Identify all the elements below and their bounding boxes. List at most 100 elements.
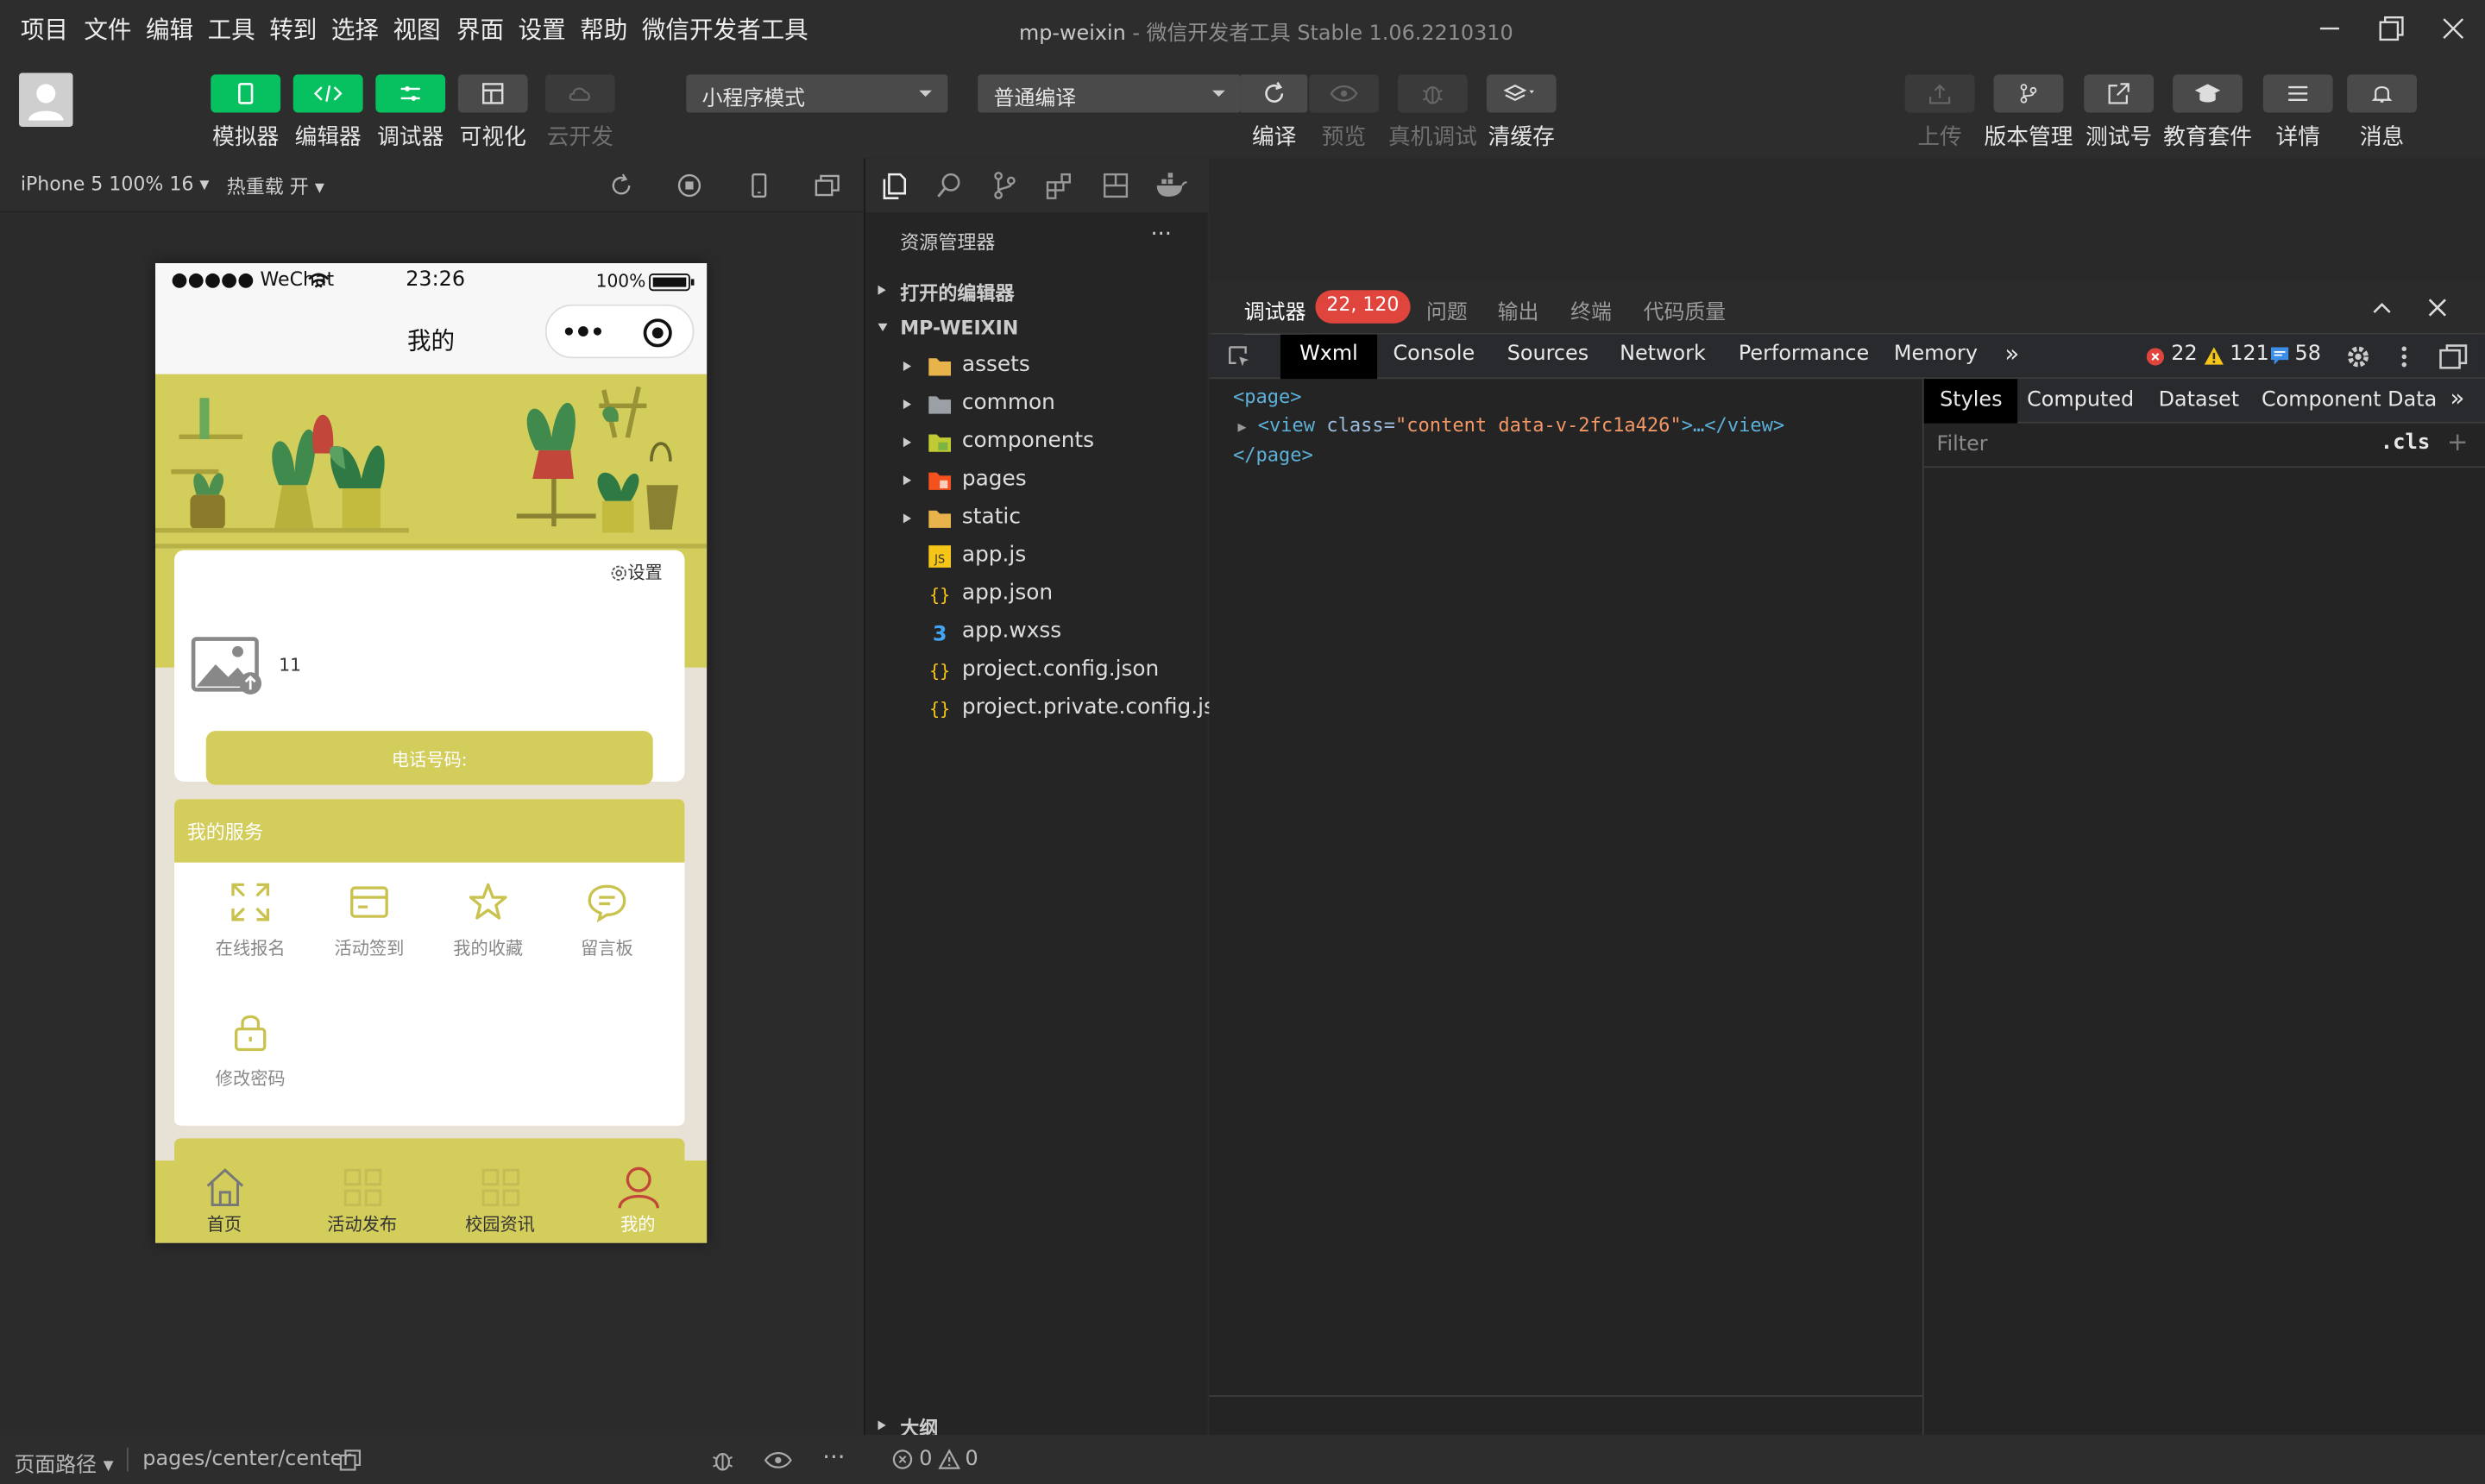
service-online-signup[interactable]: 在线报名	[190, 882, 311, 961]
tree-item-common[interactable]: common	[865, 386, 1210, 424]
add-rule-icon[interactable]: +	[2447, 426, 2469, 456]
maximize-button[interactable]	[2373, 9, 2411, 47]
footer-error-count[interactable]: 0	[919, 1448, 932, 1472]
tab-output[interactable]: 输出	[1498, 295, 1539, 325]
wxml-view-node[interactable]: ▶ <view class="content data-v-2fc1a426">…	[1237, 414, 1784, 437]
tree-item-project-private-config[interactable]: {} project.private.config.js...	[865, 689, 1236, 727]
files-icon[interactable]	[879, 171, 908, 199]
tree-item-assets[interactable]: assets	[865, 347, 1210, 385]
test-account-button[interactable]	[2084, 74, 2155, 113]
clear-cache-button[interactable]	[1486, 74, 1557, 113]
tree-item-app-wxss[interactable]: 3 app.wxss	[865, 613, 1210, 651]
tree-item-pages[interactable]: pages	[865, 462, 1210, 500]
more-tabs-icon[interactable]: »	[2450, 384, 2465, 412]
filter-input[interactable]: Filter	[1936, 433, 1987, 457]
cls-toggle[interactable]: .cls	[2381, 431, 2431, 456]
tree-item-app-json[interactable]: {} app.json	[865, 575, 1210, 613]
edu-button[interactable]	[2173, 74, 2243, 113]
tab-terminal[interactable]: 终端	[1570, 295, 1612, 325]
tree-item-static[interactable]: static	[865, 500, 1210, 538]
device-button[interactable]	[746, 173, 771, 198]
mode-select[interactable]: 小程序模式	[686, 74, 948, 113]
cloud-toggle[interactable]	[544, 74, 615, 113]
tree-item-app-js[interactable]: JS app.js	[865, 538, 1210, 575]
inspect-element-icon[interactable]	[1227, 344, 1252, 369]
menu-select[interactable]: 选择	[331, 13, 379, 47]
more-actions-icon[interactable]: ···	[1150, 222, 1172, 247]
tab-console[interactable]: Console	[1393, 343, 1475, 367]
close-window-button[interactable]	[2434, 9, 2472, 47]
visual-toggle[interactable]	[457, 74, 528, 113]
upload-button[interactable]	[1904, 74, 1975, 113]
footer-warning-count[interactable]: 0	[966, 1448, 978, 1472]
bug-icon[interactable]	[708, 1448, 737, 1473]
tab-sources[interactable]: Sources	[1507, 343, 1589, 367]
copy-icon[interactable]	[339, 1449, 362, 1472]
phone-number-button[interactable]: 电话号码:	[205, 731, 653, 785]
service-favorites[interactable]: 我的收藏	[428, 882, 549, 961]
search-icon[interactable]	[935, 171, 964, 199]
source-control-icon[interactable]	[991, 171, 1019, 199]
stop-button[interactable]	[676, 173, 701, 198]
warning-count[interactable]: 121	[2230, 343, 2269, 367]
gear-icon[interactable]	[2345, 344, 2370, 369]
wxml-page-close[interactable]: </page>	[1233, 444, 1313, 467]
close-icon[interactable]	[2428, 298, 2447, 317]
docker-icon[interactable]	[1155, 171, 1187, 199]
tab-debugger[interactable]: 调试器	[1243, 295, 1306, 338]
menu-wechat-devtools[interactable]: 微信开发者工具	[642, 13, 808, 47]
user-avatar[interactable]	[190, 636, 262, 700]
detach-button[interactable]	[815, 173, 840, 198]
service-change-password[interactable]: 修改密码	[190, 1011, 311, 1091]
preview-button[interactable]	[1309, 74, 1379, 113]
open-editors-section[interactable]: 打开的编辑器	[865, 271, 1210, 309]
tab-problems[interactable]: 问题	[1426, 295, 1468, 325]
tree-item-components[interactable]: components	[865, 424, 1210, 462]
tab-code-quality[interactable]: 代码质量	[1644, 295, 1727, 325]
compile-button[interactable]	[1241, 74, 1308, 113]
tab-mine[interactable]: 我的	[569, 1164, 707, 1237]
simulator-toggle[interactable]	[211, 74, 281, 113]
capsule-menu[interactable]	[544, 304, 695, 359]
collapse-panel-icon[interactable]	[2371, 299, 2394, 315]
info-count[interactable]: 58	[2295, 343, 2321, 367]
more-dots-icon[interactable]	[563, 324, 607, 339]
menu-tools[interactable]: 工具	[208, 13, 255, 47]
extensions-icon[interactable]	[1044, 171, 1073, 199]
minimize-button[interactable]	[2311, 9, 2349, 47]
tree-item-project-config[interactable]: {} project.config.json	[865, 651, 1210, 689]
error-count[interactable]: 22	[2171, 343, 2197, 367]
tab-dataset[interactable]: Dataset	[2159, 388, 2240, 412]
details-button[interactable]	[2262, 74, 2333, 113]
tab-performance[interactable]: Performance	[1739, 343, 1869, 367]
more-tabs-icon[interactable]: »	[2004, 339, 2019, 368]
avatar[interactable]	[19, 72, 73, 128]
kebab-menu-icon[interactable]	[2400, 344, 2409, 369]
tab-memory[interactable]: Memory	[1894, 343, 1978, 367]
eye-icon[interactable]	[764, 1450, 792, 1469]
service-message-board[interactable]: 留言板	[547, 882, 668, 961]
tab-publish[interactable]: 活动发布	[293, 1164, 431, 1237]
tab-computed[interactable]: Computed	[2027, 388, 2134, 412]
service-check-in[interactable]: 活动签到	[309, 882, 430, 961]
close-miniprogram-icon[interactable]	[642, 318, 674, 349]
settings-link[interactable]: 设置	[610, 560, 663, 585]
tab-news[interactable]: 校园资讯	[431, 1164, 569, 1237]
editor-toggle[interactable]	[293, 74, 363, 113]
layout-panel-icon[interactable]	[1102, 171, 1130, 199]
debugger-toggle[interactable]	[375, 74, 446, 113]
menu-view[interactable]: 视图	[393, 13, 441, 47]
tab-styles[interactable]: Styles	[1923, 379, 2018, 424]
tab-network[interactable]: Network	[1620, 343, 1706, 367]
project-root-section[interactable]: MP-WEIXIN	[865, 309, 1210, 347]
tab-home[interactable]: 首页	[155, 1164, 293, 1237]
wxml-page-open[interactable]: <page>	[1233, 386, 1302, 408]
page-path-menu[interactable]: 页面路径 ▾	[15, 1448, 114, 1478]
more-options-icon[interactable]: ···	[822, 1443, 845, 1471]
tab-wxml[interactable]: Wxml	[1280, 334, 1377, 380]
menu-goto[interactable]: 转到	[269, 13, 317, 47]
version-button[interactable]	[1993, 74, 2064, 113]
rotate-button[interactable]	[608, 173, 633, 198]
messages-button[interactable]	[2347, 74, 2417, 113]
menu-help[interactable]: 帮助	[580, 13, 627, 47]
